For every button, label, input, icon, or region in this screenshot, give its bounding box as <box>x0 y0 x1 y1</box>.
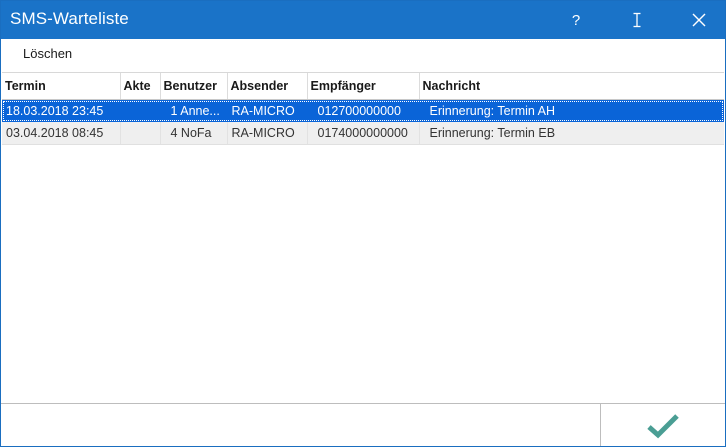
column-header-termin[interactable]: Termin <box>2 73 121 100</box>
text-cursor-icon <box>633 12 641 28</box>
cell-termin: 18.03.2018 23:45 <box>2 99 121 122</box>
table-row[interactable]: 03.04.2018 08:45 4 NoFa RA-MICRO 0174000… <box>2 122 724 145</box>
sms-table: Termin Akte Benutzer Absender Empfänger … <box>2 73 724 145</box>
window-title: SMS-Warteliste <box>10 9 129 28</box>
ok-button[interactable] <box>601 404 725 446</box>
table-header-row: Termin Akte Benutzer Absender Empfänger … <box>2 73 724 100</box>
cell-nachricht: Erinnerung: Termin EB <box>419 122 724 145</box>
cell-absender: RA-MICRO <box>227 99 308 122</box>
cell-empfaenger: 0174000000000 <box>307 122 420 145</box>
cell-akte <box>120 122 161 145</box>
cell-nachricht: Erinnerung: Termin AH <box>419 99 724 122</box>
close-icon <box>692 13 706 27</box>
cell-akte <box>120 99 161 122</box>
cell-absender: RA-MICRO <box>227 122 308 145</box>
column-header-benutzer[interactable]: Benutzer <box>160 73 228 100</box>
column-header-absender[interactable]: Absender <box>227 73 308 100</box>
cell-benutzer: 1 Anne... <box>160 99 228 122</box>
question-mark-icon: ? <box>571 11 581 29</box>
sms-queue-grid: Termin Akte Benutzer Absender Empfänger … <box>2 72 724 404</box>
menu-item-loeschen[interactable]: Löschen <box>23 46 72 61</box>
close-button[interactable] <box>675 1 723 39</box>
column-header-akte[interactable]: Akte <box>120 73 161 100</box>
status-text <box>1 404 600 446</box>
menu-bar: Löschen <box>1 39 725 69</box>
status-bar <box>1 403 725 446</box>
table-row[interactable]: 18.03.2018 23:45 1 Anne... RA-MICRO 0127… <box>2 99 724 122</box>
column-header-nachricht[interactable]: Nachricht <box>419 73 724 100</box>
cell-empfaenger: 012700000000 <box>307 99 420 122</box>
sms-warteliste-window: SMS-Warteliste ? Löschen Termin Akte Ben… <box>0 0 726 447</box>
cell-benutzer: 4 NoFa <box>160 122 228 145</box>
column-header-empfaenger[interactable]: Empfänger <box>307 73 420 100</box>
help-button[interactable]: ? <box>552 1 600 39</box>
cell-termin: 03.04.2018 08:45 <box>2 122 121 145</box>
checkmark-icon <box>647 413 679 438</box>
resize-button[interactable] <box>613 1 661 39</box>
title-bar: SMS-Warteliste ? <box>1 1 725 39</box>
